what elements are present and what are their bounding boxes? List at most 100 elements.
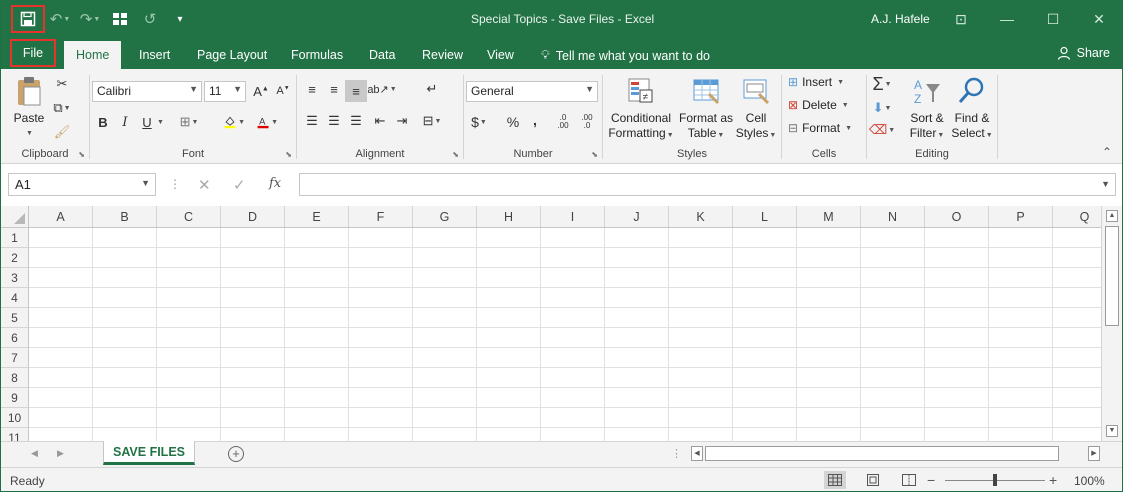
horizontal-scroll-thumb[interactable]	[705, 446, 1059, 461]
copy-button[interactable]: ⧉ ▼	[51, 97, 73, 119]
column-header[interactable]: Q	[1053, 206, 1101, 228]
grid-cell[interactable]	[1053, 328, 1101, 348]
grid-cell[interactable]	[221, 308, 285, 328]
grid-cell[interactable]	[861, 248, 925, 268]
grid-cell[interactable]	[797, 408, 861, 428]
grid-cell[interactable]	[605, 268, 669, 288]
grid-cell[interactable]	[413, 288, 477, 308]
grid-cell[interactable]	[541, 348, 605, 368]
find-select-button[interactable]: Find & Select▼	[949, 75, 995, 143]
grid-cell[interactable]	[605, 308, 669, 328]
grid-cell[interactable]	[925, 368, 989, 388]
ribbon-display-button[interactable]: ⊡	[938, 1, 984, 37]
font-size-select[interactable]: 11 ▼	[204, 81, 246, 102]
sort-filter-button[interactable]: AZ Sort & Filter▼	[905, 75, 949, 143]
format-cells-button[interactable]: ⊟ Format ▼	[788, 121, 852, 135]
grid-cell[interactable]	[221, 348, 285, 368]
comma-button[interactable]: ,	[524, 109, 546, 131]
grid-cell[interactable]	[1053, 248, 1101, 268]
grid-cell[interactable]	[221, 328, 285, 348]
grid-cell[interactable]	[541, 268, 605, 288]
tab-home[interactable]: Home	[64, 41, 122, 69]
page-break-view-button[interactable]	[898, 471, 920, 489]
font-name-select[interactable]: Calibri ▼	[92, 81, 202, 102]
user-name[interactable]: A.J. Hafele	[871, 12, 930, 26]
grid-cell[interactable]	[157, 428, 221, 441]
grid-cell[interactable]	[93, 308, 157, 328]
grid-cell[interactable]	[733, 388, 797, 408]
align-right-button[interactable]: ☰	[345, 110, 367, 132]
grid-cell[interactable]	[29, 308, 93, 328]
alignment-launcher-icon[interactable]: ⬊	[452, 150, 459, 159]
grid-cell[interactable]	[349, 268, 413, 288]
grid-cell[interactable]	[861, 228, 925, 248]
new-sheet-icon[interactable]: +	[228, 446, 244, 462]
grid-cell[interactable]	[605, 388, 669, 408]
column-header[interactable]: O	[925, 206, 989, 228]
grid-cell[interactable]	[541, 308, 605, 328]
grid-cell[interactable]	[925, 288, 989, 308]
grid-cell[interactable]	[733, 308, 797, 328]
grid-cell[interactable]	[605, 328, 669, 348]
conditional-formatting-button[interactable]: ≠ Conditional Formatting▼	[607, 75, 675, 143]
redo-button[interactable]: ↷ ▼	[75, 5, 105, 33]
grid-cell[interactable]	[733, 428, 797, 441]
column-header[interactable]: M	[797, 206, 861, 228]
grid-cell[interactable]	[413, 428, 477, 441]
grid-cell[interactable]	[157, 228, 221, 248]
grid-cell[interactable]	[925, 348, 989, 368]
grid-cell[interactable]	[669, 368, 733, 388]
format-painter-button[interactable]: 🖌︎	[51, 121, 73, 143]
grid-cell[interactable]	[797, 368, 861, 388]
shrink-font-button[interactable]: A▼	[272, 80, 294, 102]
grid-cell[interactable]	[29, 368, 93, 388]
grid-cell[interactable]	[221, 248, 285, 268]
grid-cell[interactable]	[93, 368, 157, 388]
font-launcher-icon[interactable]: ⬊	[285, 150, 292, 159]
grid-cell[interactable]	[989, 288, 1053, 308]
grid-cell[interactable]	[349, 228, 413, 248]
delete-cells-button[interactable]: ⊠ Delete ▼	[788, 98, 849, 112]
grid-cell[interactable]	[541, 228, 605, 248]
bottom-align-button[interactable]: ≡	[345, 80, 367, 102]
grid-cell[interactable]	[861, 388, 925, 408]
minimize-button[interactable]: —	[984, 1, 1030, 37]
scroll-down-icon[interactable]: ▼	[1106, 425, 1118, 437]
grid-cell[interactable]	[797, 288, 861, 308]
zoom-slider-thumb[interactable]	[993, 474, 997, 486]
grid-cell[interactable]	[1053, 408, 1101, 428]
select-all-button[interactable]	[1, 206, 29, 228]
grid-cell[interactable]	[797, 308, 861, 328]
grid-cell[interactable]	[1053, 288, 1101, 308]
zoom-in-icon[interactable]: +	[1049, 472, 1057, 488]
scroll-left-icon[interactable]: ◀	[691, 446, 703, 461]
grid-cell[interactable]	[349, 368, 413, 388]
page-layout-view-button[interactable]	[862, 471, 884, 489]
underline-dropdown[interactable]: ▼	[154, 111, 166, 133]
grid-cell[interactable]	[861, 268, 925, 288]
orientation-button[interactable]: ab↗ ▼	[367, 78, 396, 100]
grid-cell[interactable]	[477, 268, 541, 288]
grid-cell[interactable]	[285, 308, 349, 328]
save-button[interactable]	[11, 5, 45, 33]
grid-cell[interactable]	[797, 328, 861, 348]
grid-cell[interactable]	[989, 308, 1053, 328]
decrease-decimal-button[interactable]: .00.0	[576, 111, 598, 133]
insert-function-button[interactable]: fx	[269, 176, 281, 191]
grid-cell[interactable]	[541, 288, 605, 308]
grid-cell[interactable]	[221, 388, 285, 408]
grid-cell[interactable]	[29, 268, 93, 288]
grid-cell[interactable]	[285, 268, 349, 288]
grid-cell[interactable]	[413, 308, 477, 328]
grid-cell[interactable]	[285, 428, 349, 441]
grid-cell[interactable]	[349, 308, 413, 328]
grid-cell[interactable]	[349, 248, 413, 268]
grid-cell[interactable]	[477, 328, 541, 348]
grid-cell[interactable]	[1053, 428, 1101, 441]
align-center-button[interactable]: ☰	[323, 110, 345, 132]
grid-cell[interactable]	[669, 408, 733, 428]
grid-cell[interactable]	[477, 388, 541, 408]
grid-cell[interactable]	[349, 288, 413, 308]
grid-cell[interactable]	[541, 428, 605, 441]
grid-cell[interactable]	[925, 248, 989, 268]
